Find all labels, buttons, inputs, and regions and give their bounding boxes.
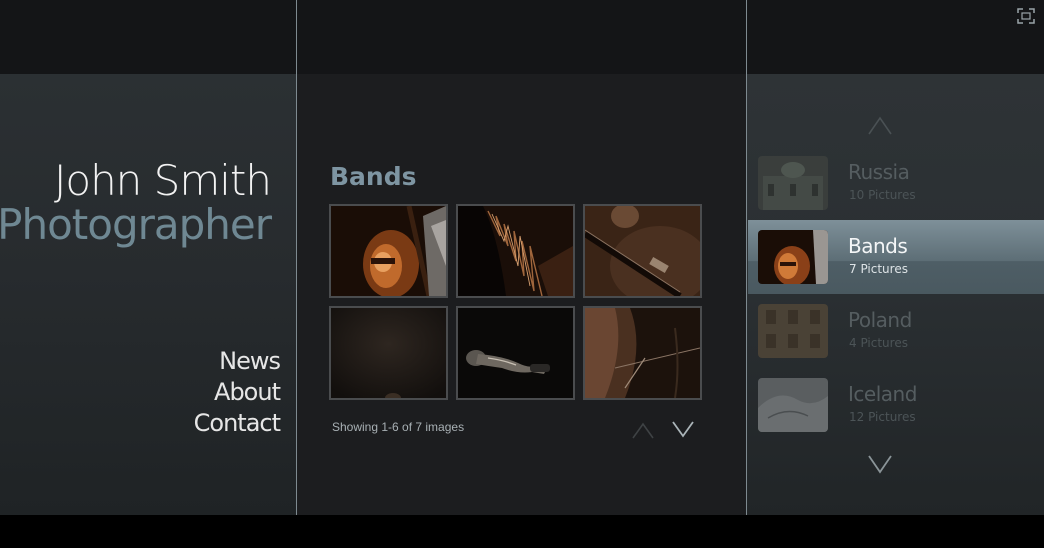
thumbnail-dark-stage[interactable]: [329, 306, 448, 400]
album-name: Iceland: [848, 382, 917, 406]
album-thumbnail-bands: [758, 230, 828, 284]
thumbnail-guitar-neck[interactable]: [583, 204, 702, 298]
album-item-poland[interactable]: Poland 4 Pictures: [748, 294, 1044, 368]
album-count: 7 Pictures: [849, 262, 908, 276]
thumbnail-microphone[interactable]: [456, 306, 575, 400]
previous-page-button[interactable]: [630, 419, 656, 441]
gallery-panel: Bands Showing 1-6 of 7 images: [297, 74, 746, 515]
thumbnail-guitarist[interactable]: [329, 204, 448, 298]
album-item-iceland[interactable]: Iceland 12 Pictures: [748, 368, 1044, 442]
bottom-bar: [0, 515, 1044, 548]
album-title: Bands: [330, 162, 417, 191]
nav-item-contact[interactable]: Contact: [194, 408, 281, 439]
scroll-albums-down-button[interactable]: [867, 454, 893, 476]
chevron-down-icon: [868, 455, 892, 474]
top-bar: [0, 0, 1044, 74]
chevron-up-icon: [632, 422, 654, 439]
nav-item-news[interactable]: News: [194, 346, 281, 377]
next-page-button[interactable]: [670, 419, 696, 441]
album-thumbnail-poland: [758, 304, 828, 358]
album-name: Russia: [848, 160, 910, 184]
album-item-bands[interactable]: Bands 7 Pictures: [748, 220, 1044, 294]
chevron-down-icon: [672, 421, 694, 438]
album-item-russia[interactable]: Russia 10 Pictures: [748, 146, 1044, 220]
photographer-title: Photographer: [0, 200, 272, 249]
thumbnail-backlit-hair[interactable]: [456, 204, 575, 298]
nav-item-about[interactable]: About: [194, 377, 281, 408]
album-count: 4 Pictures: [849, 336, 908, 350]
album-name: Bands: [848, 234, 908, 258]
main-nav: News About Contact: [194, 346, 281, 439]
scroll-albums-up-button[interactable]: [867, 114, 893, 136]
album-count: 12 Pictures: [849, 410, 916, 424]
thumbnail-grid: [329, 204, 703, 400]
photographer-name: John Smith: [53, 156, 272, 205]
left-panel: John Smith Photographer News About Conta…: [0, 74, 296, 515]
fullscreen-icon[interactable]: [1017, 8, 1035, 24]
album-count: 10 Pictures: [849, 188, 916, 202]
thumbnail-guitar-strings[interactable]: [583, 306, 702, 400]
image-count-status: Showing 1-6 of 7 images: [332, 420, 465, 434]
album-list-panel: Russia 10 Pictures Bands 7 Pictures Pola…: [747, 74, 1044, 515]
album-thumbnail-russia: [758, 156, 828, 210]
album-name: Poland: [848, 308, 912, 332]
chevron-up-icon: [868, 116, 892, 135]
album-thumbnail-iceland: [758, 378, 828, 432]
